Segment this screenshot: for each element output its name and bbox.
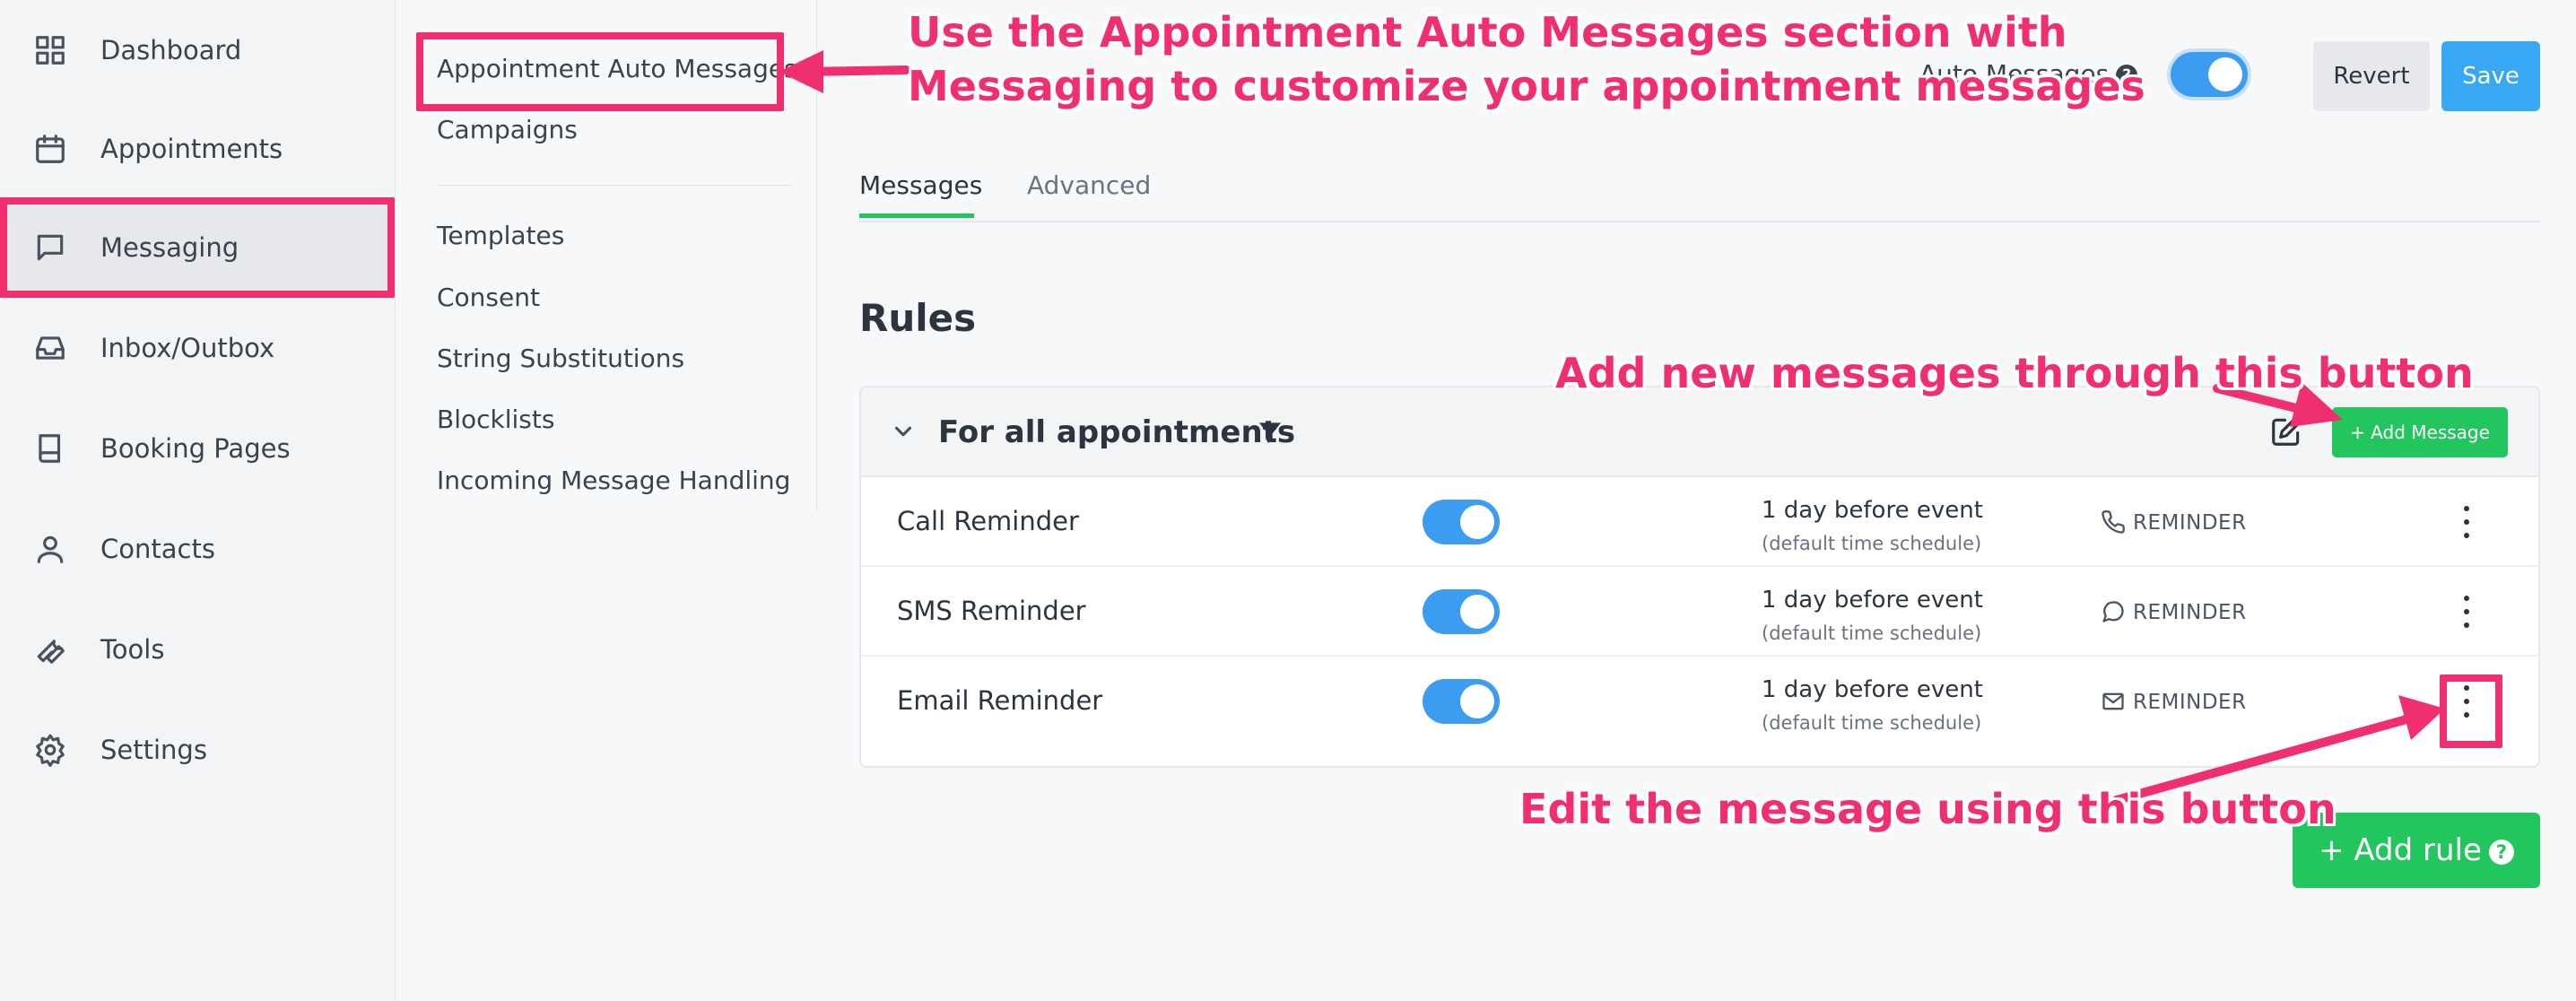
add-message-button[interactable]: + Add Message: [2332, 407, 2508, 457]
revert-button[interactable]: Revert: [2313, 41, 2430, 111]
submenu-divider: [437, 185, 792, 186]
more-options-icon[interactable]: [2458, 592, 2476, 631]
rule-schedule-note: (default time schedule): [1762, 712, 1982, 734]
sidebar: Dashboard Appointments Messaging Inbox/O…: [0, 0, 396, 1001]
rule-schedule-note: (default time schedule): [1762, 533, 1982, 554]
tab-messages[interactable]: Messages: [859, 170, 982, 200]
table-row: Call Reminder 1 day before event (defaul…: [861, 477, 2538, 567]
mail-icon: [2101, 689, 2126, 718]
sidebar-item-inbox-outbox[interactable]: Inbox/Outbox: [0, 298, 396, 398]
rule-name: Call Reminder: [897, 506, 1079, 536]
rule-type: REMINDER: [2133, 691, 2247, 714]
rule-group-header: For all appointments + Add Message: [861, 387, 2538, 477]
annotation-top-line2: Messaging to customize your appointment …: [908, 62, 2145, 110]
sidebar-item-tools[interactable]: Tools: [0, 599, 396, 700]
sidebar-item-dashboard[interactable]: Dashboard: [0, 0, 396, 100]
auto-messages-toggle[interactable]: [2171, 52, 2248, 97]
rule-name: Email Reminder: [897, 685, 1103, 716]
sidebar-item-appointments[interactable]: Appointments: [0, 99, 396, 199]
sidebar-item-label: Booking Pages: [100, 433, 291, 464]
rule-enabled-toggle[interactable]: [1423, 679, 1500, 724]
book-icon: [32, 431, 68, 466]
annotation-edit: Edit the message using this button: [1519, 785, 2337, 833]
dashboard-icon: [32, 32, 68, 68]
phone-icon: [2101, 509, 2126, 538]
sidebar-item-label: Tools: [100, 634, 165, 665]
save-button[interactable]: Save: [2441, 41, 2540, 111]
sidebar-item-label: Appointments: [100, 134, 283, 164]
gear-icon: [32, 732, 68, 768]
tabs-divider: [859, 221, 2540, 222]
sidebar-item-label: Settings: [100, 735, 207, 765]
rule-group-title: For all appointments: [938, 414, 1296, 450]
rule-group-card: For all appointments + Add Message Call …: [859, 386, 2540, 768]
edit-icon[interactable]: [2269, 414, 2303, 452]
annotation-top-line1: Use the Appointment Auto Messages sectio…: [908, 8, 2067, 57]
calendar-icon: [32, 131, 68, 167]
rule-enabled-toggle[interactable]: [1423, 500, 1500, 544]
sidebar-item-contacts[interactable]: Contacts: [0, 499, 396, 599]
filter-icon[interactable]: [1256, 418, 1284, 450]
submenu-item-blocklists[interactable]: Blocklists: [437, 405, 554, 434]
rule-name: SMS Reminder: [897, 596, 1086, 626]
highlight-submenu-item: [416, 32, 784, 111]
wrench-icon: [32, 631, 68, 667]
annotation-add-new: Add new messages through this button: [1555, 349, 2474, 397]
page-title: Rules: [859, 296, 977, 340]
rule-schedule: 1 day before event: [1762, 587, 1983, 614]
sidebar-item-label: Inbox/Outbox: [100, 333, 275, 363]
sidebar-item-label: Dashboard: [100, 35, 242, 65]
inbox-icon: [32, 330, 68, 366]
submenu-item-string-substitutions[interactable]: String Substitutions: [437, 344, 684, 373]
table-row: SMS Reminder 1 day before event (default…: [861, 567, 2538, 657]
chevron-down-icon[interactable]: [890, 418, 917, 448]
tab-advanced[interactable]: Advanced: [1027, 170, 1151, 200]
highlight-sidebar-messaging: [0, 197, 395, 298]
sidebar-item-booking-pages[interactable]: Booking Pages: [0, 398, 396, 499]
sidebar-item-label: Contacts: [100, 534, 215, 564]
sidebar-item-settings[interactable]: Settings: [0, 700, 396, 800]
rule-enabled-toggle[interactable]: [1423, 589, 1500, 634]
rule-type: REMINDER: [2133, 601, 2247, 624]
rule-schedule: 1 day before event: [1762, 676, 1983, 703]
more-options-icon[interactable]: [2458, 502, 2476, 542]
submenu-item-incoming-message-handling[interactable]: Incoming Message Handling: [437, 466, 790, 495]
submenu-item-templates[interactable]: Templates: [437, 221, 564, 250]
help-icon: ?: [2488, 839, 2514, 865]
user-icon: [32, 531, 68, 567]
highlight-more-options: [2440, 675, 2502, 748]
active-tab-indicator: [859, 213, 974, 218]
chat-bubble-icon: [2101, 599, 2126, 628]
submenu-item-consent[interactable]: Consent: [437, 283, 540, 312]
rule-schedule: 1 day before event: [1762, 497, 1983, 524]
rule-schedule-note: (default time schedule): [1762, 622, 1982, 644]
rule-type: REMINDER: [2133, 511, 2247, 535]
table-row: Email Reminder 1 day before event (defau…: [861, 657, 2538, 746]
submenu-item-campaigns[interactable]: Campaigns: [437, 115, 578, 144]
